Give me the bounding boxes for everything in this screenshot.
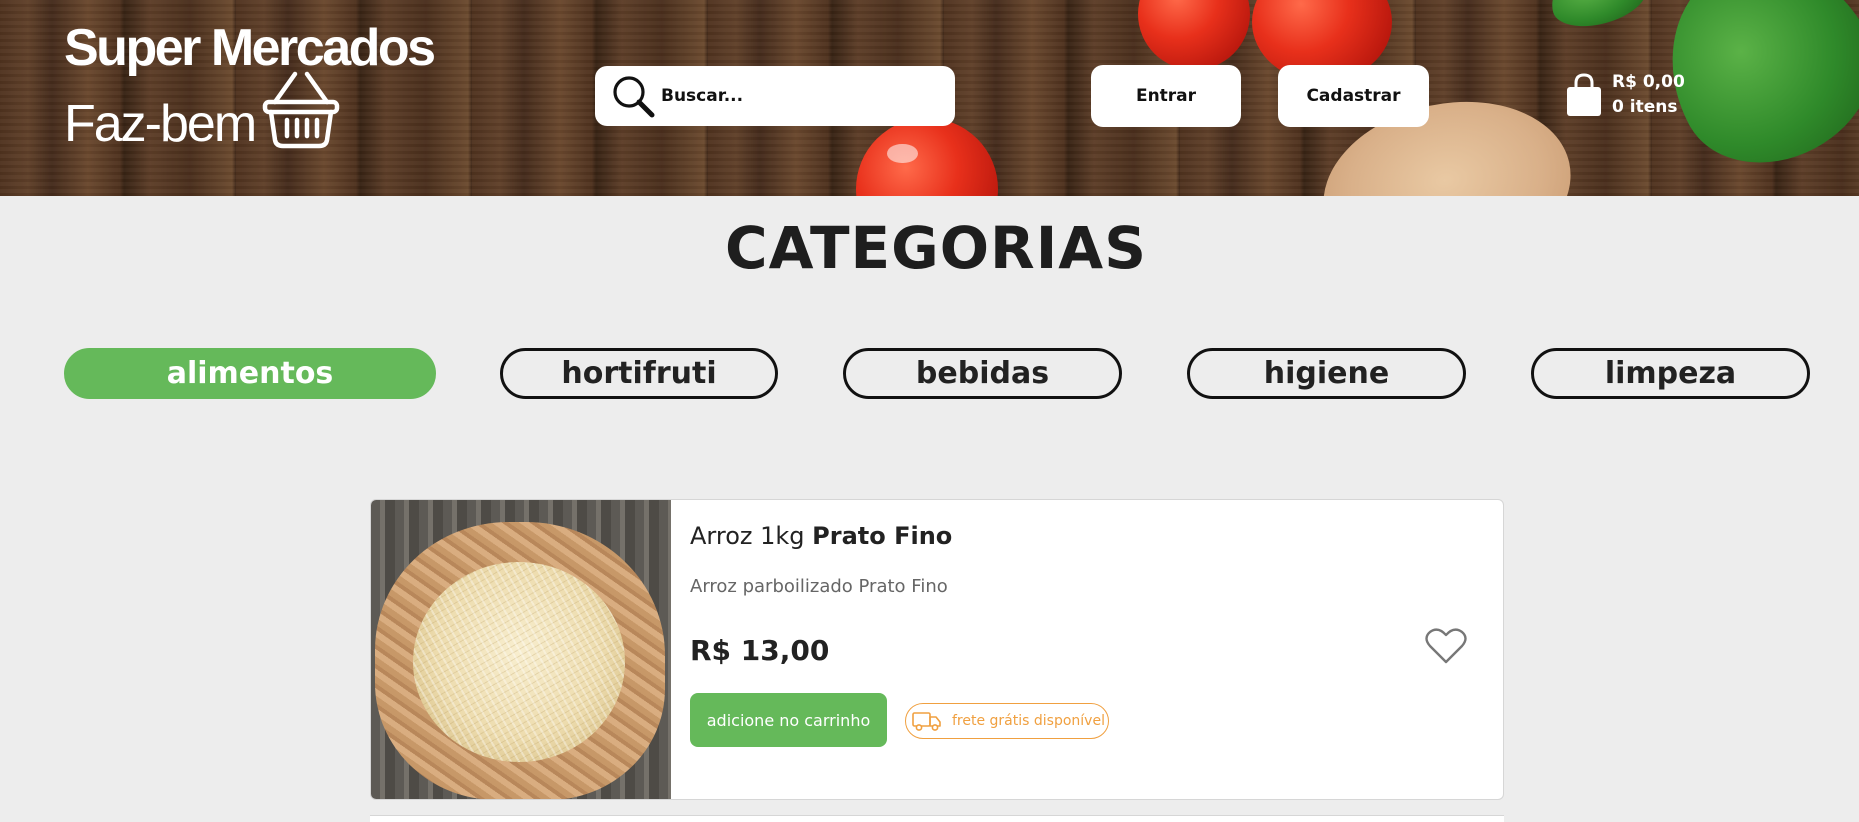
brand-logo[interactable]: Super Mercados Faz-bem <box>64 19 436 153</box>
rice-shape <box>413 562 625 762</box>
signup-button[interactable]: Cadastrar <box>1278 65 1429 127</box>
login-button[interactable]: Entrar <box>1091 65 1241 127</box>
product-card: Arroz 1kg Prato Fino Arroz parboilizado … <box>370 499 1504 800</box>
categories-title: CATEGORIAS <box>725 214 1147 282</box>
header-banner: Super Mercados Faz-bem Entrar Cadastrar … <box>0 0 1859 196</box>
tomato-decoration <box>1138 0 1250 70</box>
search-bar[interactable] <box>595 66 955 126</box>
basket-icon <box>262 71 340 149</box>
category-alimentos[interactable]: alimentos <box>64 348 436 399</box>
product-name: Arroz 1kg <box>690 522 805 550</box>
free-shipping-badge: frete grátis disponível <box>905 703 1109 739</box>
add-to-cart-button[interactable]: adicione no carrinho <box>690 693 887 747</box>
search-icon <box>613 76 655 118</box>
category-bebidas[interactable]: bebidas <box>843 348 1122 399</box>
cart-text: R$ 0,00 0 itens <box>1612 70 1685 120</box>
shopping-bag-icon <box>1567 73 1601 116</box>
category-limpeza[interactable]: limpeza <box>1531 348 1810 399</box>
search-input[interactable] <box>661 86 931 106</box>
product-image[interactable] <box>371 500 671 799</box>
tomato-decoration <box>856 118 998 196</box>
category-higiene[interactable]: higiene <box>1187 348 1466 399</box>
free-shipping-label: frete grátis disponível <box>952 713 1105 729</box>
cart-summary[interactable]: R$ 0,00 0 itens <box>1566 70 1685 120</box>
basil-leaf-decoration <box>1543 0 1653 36</box>
category-hortifruti[interactable]: hortifruti <box>500 348 778 399</box>
brand-name-line2: Faz-bem <box>64 95 257 153</box>
heart-icon[interactable] <box>1425 627 1467 665</box>
cart-total: R$ 0,00 <box>1612 72 1685 92</box>
product-price: R$ 13,00 <box>690 634 830 667</box>
product-description: Arroz parboilizado Prato Fino <box>690 576 948 597</box>
brand-name-line2-row: Faz-bem <box>64 71 434 153</box>
next-product-card-edge <box>370 815 1504 822</box>
brand-name-line1: Super Mercados <box>64 19 436 77</box>
product-brand: Prato Fino <box>812 522 953 550</box>
product-title[interactable]: Arroz 1kg Prato Fino <box>690 522 952 550</box>
truck-icon <box>912 712 941 731</box>
cart-item-count: 0 itens <box>1612 97 1678 117</box>
